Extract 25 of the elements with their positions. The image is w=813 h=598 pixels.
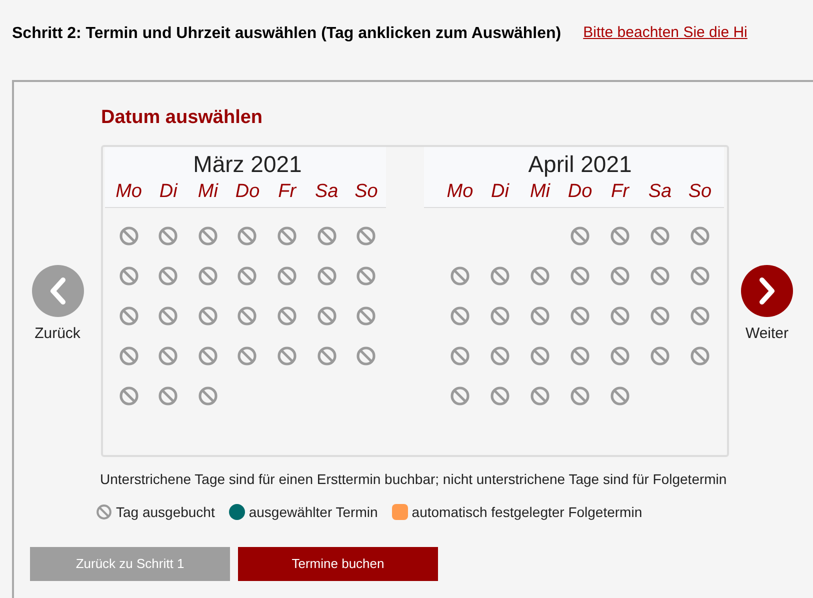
month-title: März 2021 [192,150,303,178]
month-title: April 2021 [527,150,633,178]
weekday-label: Mi [196,180,220,204]
weekday-label: Sa [314,180,340,204]
legend-label: Tag ausgebucht [116,502,215,522]
legend-label: automatisch festgelegter Folgetermin [412,502,642,522]
weekday-label: Do [566,180,594,204]
weekday-label: Mo [446,180,474,204]
weekday-label: Mo [114,180,143,204]
book-button[interactable]: Termine buchen [238,546,438,580]
weekday-label: Di [490,180,510,204]
weekday-label: Do [234,180,261,204]
weekday-label: Fr [277,180,298,204]
weekday-label: Sa [647,180,673,204]
weekday-label: Di [158,180,179,204]
weekday-label: Mi [528,180,552,204]
weekday-label: So [687,180,713,204]
booking-note: Unterstrichene Tage sind für einen Ersttermin buchbar; nicht unterstrichene Tage sind für Folgetermin [100,470,727,489]
notice-link[interactable]: Bitte beachten Sie die Hi [583,22,748,44]
legend-label: ausgewählter Termin [248,502,378,522]
booked-day-icon [96,504,112,520]
weekday-label: Fr [610,180,630,204]
section-title: Datum auswählen [101,106,263,130]
weekday-label: So [354,180,379,204]
step-heading: Schritt 2: Termin und Uhrzeit auswählen (Tag anklicken zum Auswählen) [12,24,562,44]
